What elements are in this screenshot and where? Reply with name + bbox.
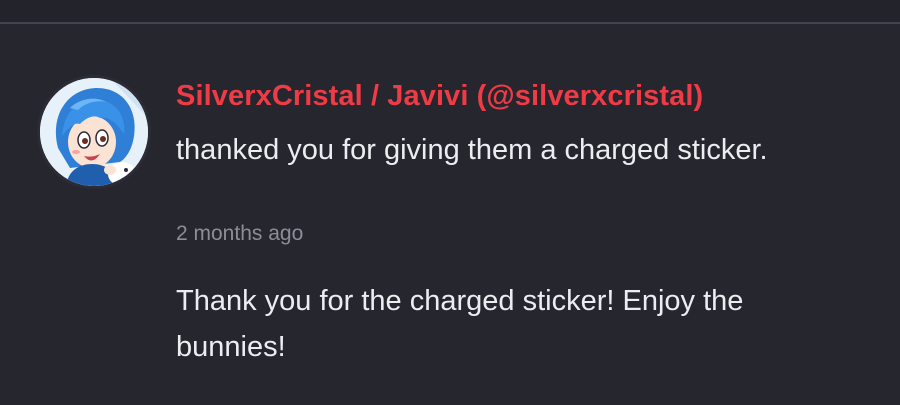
notification-username[interactable]: SilverxCristal / Javivi (@silverxcristal… xyxy=(176,80,703,113)
avatar-character-icon xyxy=(40,78,148,186)
user-avatar[interactable] xyxy=(40,78,148,186)
top-divider xyxy=(0,0,900,24)
notification-timestamp: 2 months ago xyxy=(176,222,304,245)
notification-message: Thank you for the charged sticker! Enjoy… xyxy=(176,285,744,363)
notification-item[interactable]: SilverxCristal / Javivi (@silverxcristal… xyxy=(0,24,900,405)
notification-action-text: thanked you for giving them a charged st… xyxy=(176,134,768,166)
